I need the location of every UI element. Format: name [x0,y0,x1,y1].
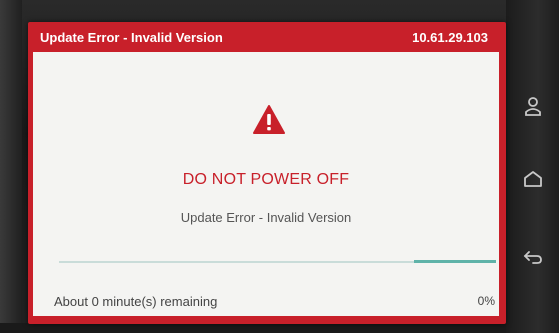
ip-address: 10.61.29.103 [412,29,488,45]
warning-triangle-icon [253,105,285,134]
back-icon[interactable] [520,244,546,270]
device-bezel-bottom [0,323,559,333]
device-bezel-left [0,0,22,333]
home-icon[interactable] [520,166,546,192]
status-panel: DO NOT POWER OFF Update Error - Invalid … [33,52,499,316]
update-error-window: Update Error - Invalid Version 10.61.29.… [28,22,506,324]
progress-percent: 0% [477,294,495,308]
time-remaining-label: About 0 minute(s) remaining [54,294,218,309]
window-titlebar: Update Error - Invalid Version 10.61.29.… [28,22,506,52]
window-title: Update Error - Invalid Version [40,29,223,45]
user-icon[interactable] [520,94,546,120]
progress-indicator [414,260,496,263]
error-message: Update Error - Invalid Version [180,210,352,225]
warning-headline: DO NOT POWER OFF [182,171,350,188]
